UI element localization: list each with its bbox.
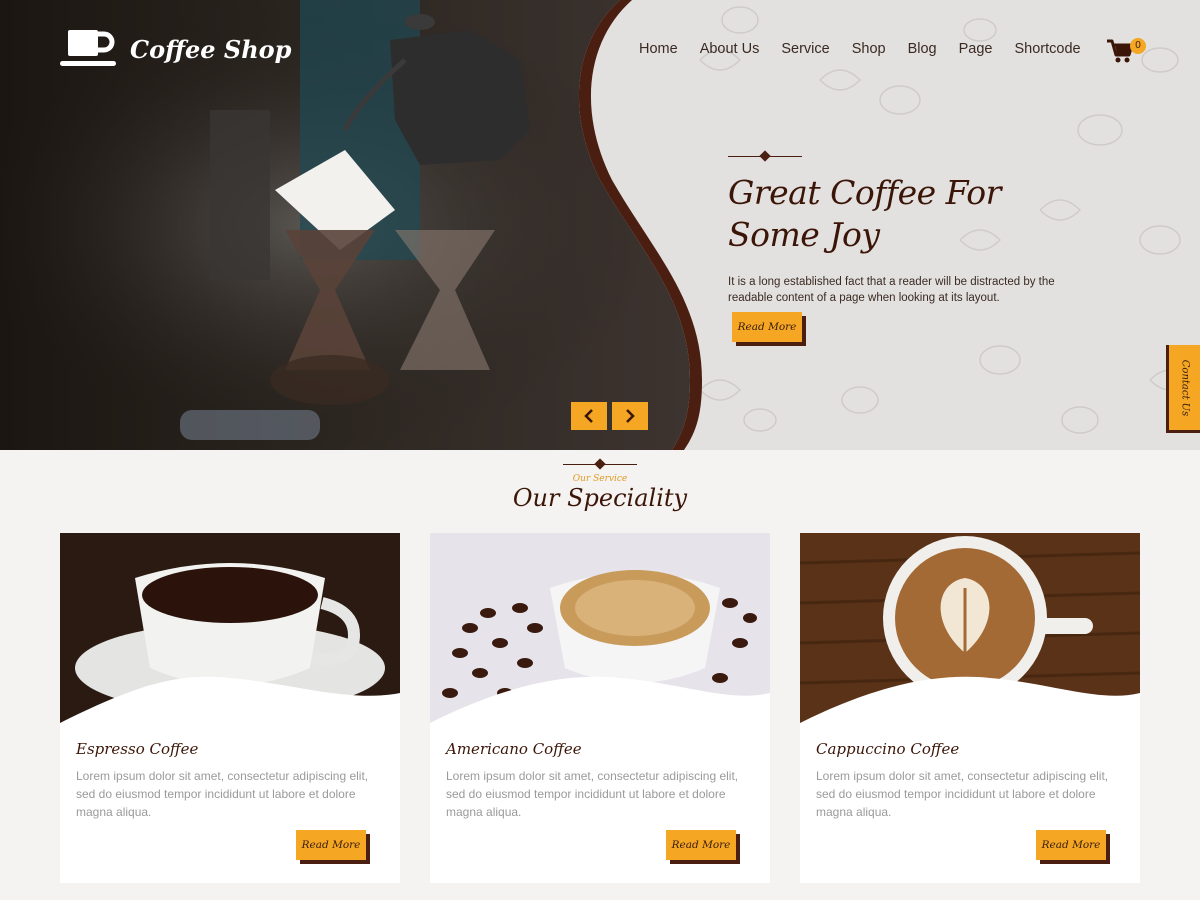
nav-shortcode[interactable]: Shortcode xyxy=(1014,41,1080,57)
hero-read-more-button[interactable]: Read More xyxy=(732,312,802,342)
speciality-card-espresso: Espresso Coffee Lorem ipsum dolor sit am… xyxy=(60,533,400,883)
nav-shop[interactable]: Shop xyxy=(852,41,886,57)
nav-home[interactable]: Home xyxy=(639,41,678,57)
nav-about-us[interactable]: About Us xyxy=(700,41,760,57)
speciality-card-americano: Americano Coffee Lorem ipsum dolor sit a… xyxy=(430,533,770,883)
title-divider xyxy=(728,150,802,164)
chevron-right-icon xyxy=(626,409,635,423)
card-read-more-button[interactable]: Read More xyxy=(1036,830,1106,860)
hero-description: It is a long established fact that a rea… xyxy=(728,276,1055,304)
contact-us-tab[interactable]: Contact Us xyxy=(1166,345,1200,433)
logo[interactable]: Coffee Shop xyxy=(60,28,291,70)
nav-page[interactable]: Page xyxy=(959,41,993,57)
card-read-more-button[interactable]: Read More xyxy=(666,830,736,860)
site-name: Coffee Shop xyxy=(130,34,292,64)
card-title: Americano Coffee xyxy=(446,740,582,758)
nav-blog[interactable]: Blog xyxy=(908,41,937,57)
card-image-espresso xyxy=(60,533,400,728)
section-title: Our Speciality xyxy=(512,484,688,512)
hero-title-line2: Some Joy xyxy=(728,215,880,254)
hero-title-line1: Great Coffee For xyxy=(728,173,1001,212)
speciality-card-cappuccino: Cappuccino Coffee Lorem ipsum dolor sit … xyxy=(800,533,1140,883)
section-subtitle: Our Service xyxy=(572,474,628,484)
coffee-cup-icon xyxy=(60,30,116,66)
hero-content: Great Coffee For Some Joy It is a long e… xyxy=(728,150,1108,306)
section-divider xyxy=(563,458,637,472)
cart-count-badge: 0 xyxy=(1130,38,1146,54)
nav-service[interactable]: Service xyxy=(781,41,829,57)
card-read-more-button[interactable]: Read More xyxy=(296,830,366,860)
slider-prev-button[interactable] xyxy=(571,402,607,430)
card-title: Espresso Coffee xyxy=(76,740,199,758)
hero-slider: Coffee Shop Home About Us Service Shop B… xyxy=(0,0,1200,450)
card-image-americano xyxy=(430,533,770,728)
card-description: Lorem ipsum dolor sit amet, consectetur … xyxy=(76,769,369,819)
card-description: Lorem ipsum dolor sit amet, consectetur … xyxy=(446,769,739,819)
top-navigation: Coffee Shop Home About Us Service Shop B… xyxy=(0,0,1200,100)
card-title: Cappuccino Coffee xyxy=(816,740,960,758)
card-image-cappuccino xyxy=(800,533,1140,728)
contact-us-label: Contact Us xyxy=(1179,359,1190,416)
speciality-header: Our Service Our Speciality xyxy=(0,458,1200,512)
slider-next-button[interactable] xyxy=(612,402,648,430)
hero-title: Great Coffee For Some Joy xyxy=(728,172,1108,256)
main-menu: Home About Us Service Shop Blog Page Sho… xyxy=(639,41,1081,57)
chevron-left-icon xyxy=(584,409,593,423)
card-description: Lorem ipsum dolor sit amet, consectetur … xyxy=(816,769,1109,819)
